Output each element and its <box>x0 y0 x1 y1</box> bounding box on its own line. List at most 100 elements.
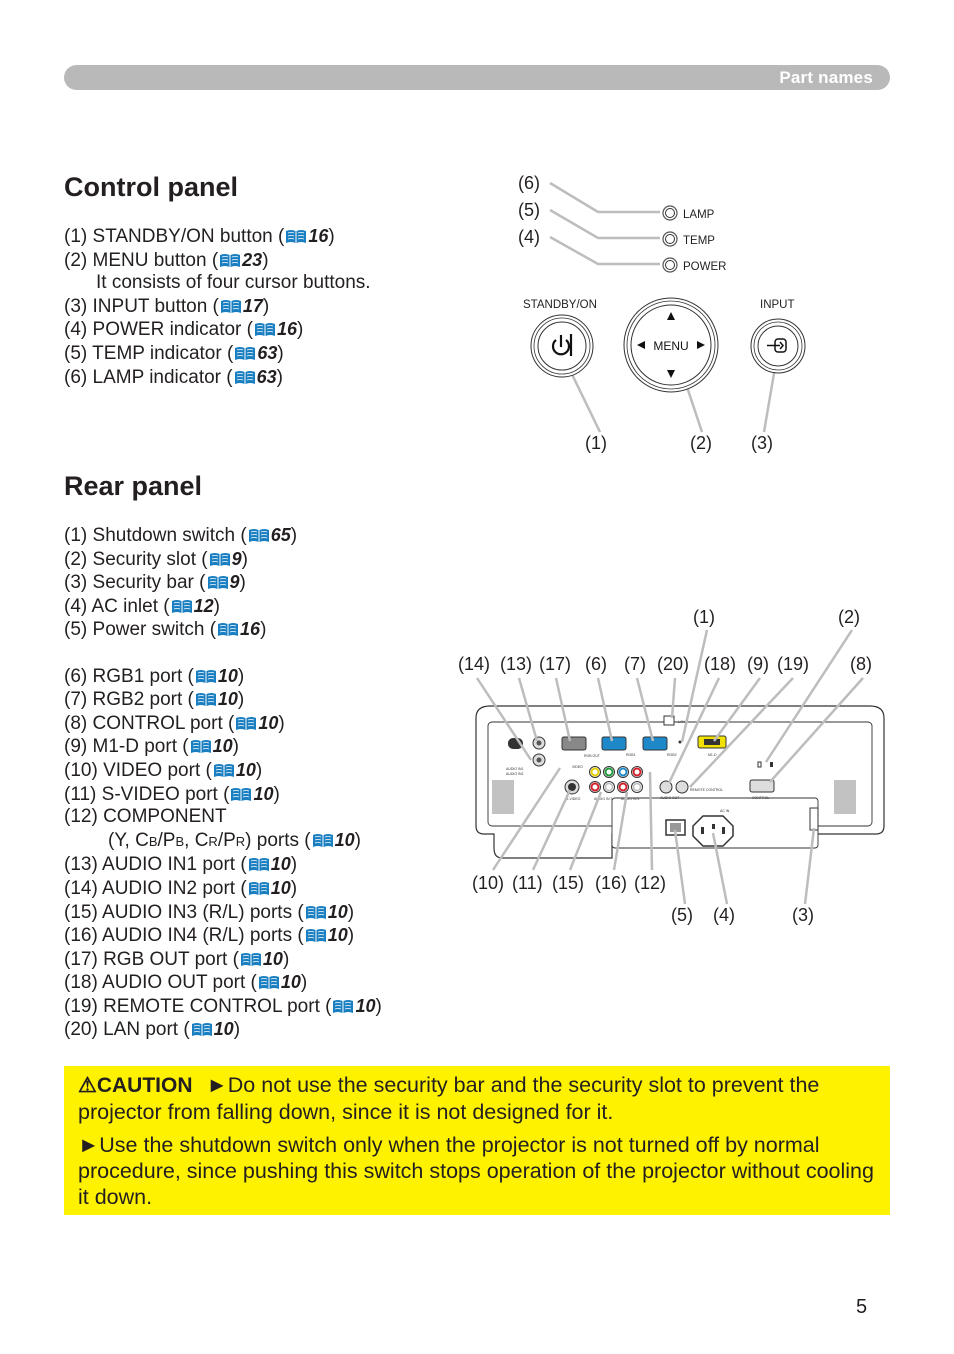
book-icon <box>207 576 228 590</box>
menu-label: MENU <box>653 339 688 353</box>
rgb2-port[interactable] <box>642 736 668 751</box>
component-y-port[interactable] <box>603 766 615 778</box>
standby-label: STANDBY/ON <box>523 299 597 311</box>
callout-3: (3) <box>751 433 773 453</box>
control-label: CONTROL <box>752 796 769 800</box>
video-label: VIDEO <box>572 765 583 769</box>
callout-12: (12) <box>634 873 666 893</box>
arrow-bullet-icon: ► <box>206 1073 228 1097</box>
book-icon <box>248 529 269 542</box>
callout-9: (9) <box>747 654 769 674</box>
callout-13: (13) <box>500 654 532 674</box>
audio-in4-l-port[interactable] <box>631 781 643 793</box>
list-item: (18) AUDIO OUT port (10) <box>64 972 308 994</box>
list-item: (17) RGB OUT port (10) <box>64 948 290 970</box>
callout-8: (8) <box>850 654 872 674</box>
page-ref-link[interactable]: 10 <box>355 996 375 1016</box>
callout-2: (2) <box>690 433 712 453</box>
callout-1: (1) <box>693 607 715 627</box>
callout-2: (2) <box>838 607 860 627</box>
input-button[interactable] <box>750 318 806 374</box>
page-ref-link[interactable]: 65 <box>271 525 291 545</box>
rear-panel-diagram: (1) (2) (14) (13) (17) (6) (7) (20) (18)… <box>458 607 885 925</box>
caution-box: ⚠CAUTION ►Do not use the security bar and… <box>64 1066 890 1215</box>
ac-inlet[interactable] <box>692 815 734 847</box>
audio-in4-r-port[interactable] <box>617 781 629 793</box>
callout-5: (5) <box>518 200 540 220</box>
callout-15: (15) <box>552 873 584 893</box>
callout-17: (17) <box>539 654 571 674</box>
component-cr-port[interactable] <box>631 766 643 778</box>
rgb-out-port[interactable] <box>561 736 587 751</box>
ac-in-label: AC IN <box>720 809 730 813</box>
page-ref-link[interactable]: 9 <box>232 549 242 569</box>
callout-10: (10) <box>472 873 504 893</box>
audio-out-label: AUDIO OUT <box>660 796 680 800</box>
rear-panel-title: Rear panel <box>64 471 203 501</box>
remote-control-label: REMOTE CONTROL <box>690 788 723 792</box>
callout-5: (5) <box>671 905 693 925</box>
page-ref-link[interactable]: 10 <box>214 1019 234 1039</box>
list-item: (2) Security slot (9) <box>64 548 248 570</box>
callout-18: (18) <box>704 654 736 674</box>
callout-7: (7) <box>624 654 646 674</box>
standby-on-button[interactable] <box>530 314 594 378</box>
power-indicator-icon <box>662 257 678 273</box>
caution-paragraph-1: ⚠CAUTION ►Do not use the security bar and… <box>78 1073 820 1124</box>
page-ref-link[interactable]: 10 <box>263 949 283 969</box>
power-label: POWER <box>683 261 726 273</box>
list-item: (1) Shutdown switch (65) <box>64 525 298 546</box>
rgb2-label: RGB2 <box>667 753 677 757</box>
audio-in4-label: AUDIO IN 4 <box>621 797 640 801</box>
control-panel-diagram: (6) (5) (4) LAMP TEMP POWER STANDBY/ON M… <box>518 173 806 453</box>
book-icon <box>333 999 354 1013</box>
book-icon <box>258 976 279 990</box>
lamp-indicator-icon <box>662 205 678 221</box>
remote-control-port[interactable] <box>675 780 689 794</box>
lamp-label: LAMP <box>683 209 715 221</box>
callout-4: (4) <box>518 227 540 247</box>
caution-paragraph-2: ►Use the shutdown switch only when the p… <box>78 1133 874 1209</box>
input-label: INPUT <box>760 299 795 311</box>
rgb1-port[interactable] <box>601 736 627 751</box>
callout-6: (6) <box>518 173 540 193</box>
temp-label: TEMP <box>683 235 715 247</box>
list-item: (19) REMOTE CONTROL port (10) <box>64 995 382 1017</box>
security-bar[interactable] <box>809 807 819 831</box>
callout-14: (14) <box>458 654 490 674</box>
warning-triangle-icon: ⚠ <box>78 1074 97 1097</box>
caution-label: ⚠CAUTION <box>78 1074 193 1097</box>
list-item: (20) LAN port (10) <box>64 1019 241 1041</box>
temp-indicator-icon <box>662 231 678 247</box>
callout-1: (1) <box>585 433 607 453</box>
page-number: 5 <box>856 1296 868 1318</box>
page-ref-link[interactable]: 10 <box>281 972 301 992</box>
s-video-port[interactable] <box>564 779 580 795</box>
rgb1-label: RGB1 <box>626 753 636 757</box>
callout-20: (20) <box>657 654 689 674</box>
rgb-out-label: RGB OUT <box>584 754 601 758</box>
audio-in1-port[interactable] <box>532 736 546 750</box>
callout-4: (4) <box>713 905 735 925</box>
m1d-label: M1-D <box>708 753 717 757</box>
callout-3: (3) <box>792 905 814 925</box>
arrow-bullet-icon: ► <box>78 1133 100 1157</box>
component-cb-port[interactable] <box>617 766 629 778</box>
callout-11: (11) <box>512 873 543 893</box>
audio-in2-label: AUDIO IN2 <box>506 772 524 776</box>
book-icon <box>209 552 230 566</box>
callout-6: (6) <box>585 654 607 674</box>
menu-button[interactable]: MENU <box>623 297 719 393</box>
audio-in3-l-port[interactable] <box>603 781 615 793</box>
lan-label: LAN <box>678 720 685 724</box>
video-port[interactable] <box>589 766 601 778</box>
book-icon <box>191 1023 212 1037</box>
s-video-label: S-VIDEO <box>566 797 581 801</box>
audio-in3-r-port[interactable] <box>589 781 601 793</box>
callout-19: (19) <box>777 654 809 674</box>
book-icon <box>240 952 261 966</box>
audio-in2-port[interactable] <box>532 753 546 767</box>
m1d-port[interactable] <box>697 735 727 749</box>
callout-16: (16) <box>595 873 627 893</box>
audio-in1-label: AUDIO IN1 <box>506 767 524 771</box>
